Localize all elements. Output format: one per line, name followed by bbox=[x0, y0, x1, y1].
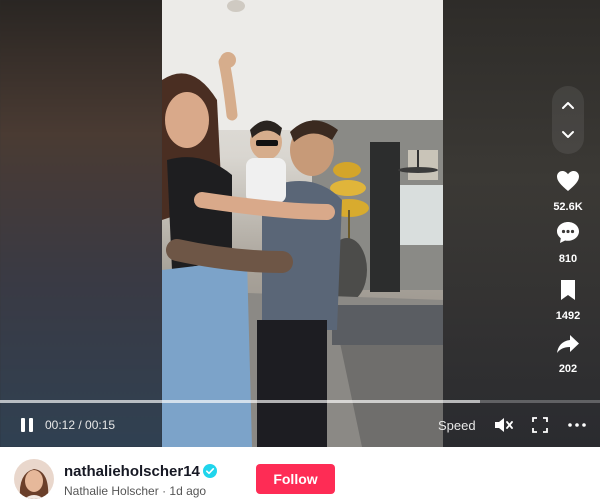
chevron-up-icon bbox=[562, 102, 574, 109]
side-action-bar: 52.6K 810 1492 202 bbox=[552, 0, 588, 447]
duration: 00:15 bbox=[85, 418, 116, 432]
post-age: 1d ago bbox=[169, 484, 207, 498]
like-button[interactable]: 52.6K bbox=[546, 170, 590, 213]
mute-button[interactable] bbox=[494, 410, 514, 440]
author-subline: Nathalie Holscher · 1d ago bbox=[64, 484, 206, 498]
more-icon bbox=[568, 423, 586, 427]
comment-button[interactable]: 810 bbox=[546, 221, 590, 265]
previous-video-button[interactable] bbox=[552, 90, 584, 120]
progress-bar[interactable] bbox=[0, 400, 600, 403]
author-bar: nathalieholscher14 Nathalie Holscher · 1… bbox=[0, 447, 600, 502]
pause-icon bbox=[21, 418, 33, 432]
mute-icon bbox=[495, 418, 513, 432]
progress-fill bbox=[0, 400, 480, 403]
fullscreen-button[interactable] bbox=[532, 410, 548, 440]
video-player[interactable]: 52.6K 810 1492 202 00:12 / 00:15 Speed bbox=[0, 0, 600, 447]
author-username[interactable]: nathalieholscher14 bbox=[64, 463, 200, 480]
player-controls: 00:12 / 00:15 Speed bbox=[0, 410, 600, 440]
share-count: 202 bbox=[558, 363, 578, 375]
share-icon bbox=[557, 335, 579, 353]
verified-badge-icon bbox=[203, 464, 217, 478]
heart-icon bbox=[557, 171, 579, 191]
fullscreen-icon bbox=[532, 417, 548, 433]
share-button[interactable]: 202 bbox=[546, 334, 590, 375]
pause-button[interactable] bbox=[20, 410, 34, 440]
bookmark-icon bbox=[561, 280, 575, 300]
like-count: 52.6K bbox=[553, 201, 583, 213]
more-options-button[interactable] bbox=[568, 410, 586, 440]
time-display: 00:12 / 00:15 bbox=[45, 410, 115, 440]
save-button[interactable]: 1492 bbox=[546, 279, 590, 322]
avatar-image bbox=[14, 459, 54, 499]
next-video-button[interactable] bbox=[552, 120, 584, 150]
author-display-name: Nathalie Holscher bbox=[64, 484, 159, 498]
navigation-pill bbox=[552, 86, 584, 154]
follow-button[interactable]: Follow bbox=[256, 464, 335, 494]
comment-icon bbox=[557, 222, 579, 243]
current-time: 00:12 bbox=[45, 418, 76, 432]
avatar[interactable] bbox=[14, 459, 54, 499]
save-count: 1492 bbox=[555, 310, 581, 322]
video-scene bbox=[162, 0, 443, 447]
speed-label: Speed bbox=[438, 417, 476, 433]
blurred-background-left bbox=[0, 0, 162, 447]
video-frame[interactable] bbox=[162, 0, 443, 447]
speed-button[interactable]: Speed bbox=[438, 410, 476, 440]
time-separator: / bbox=[75, 418, 86, 432]
chevron-down-icon bbox=[562, 131, 574, 138]
comment-count: 810 bbox=[558, 253, 578, 265]
